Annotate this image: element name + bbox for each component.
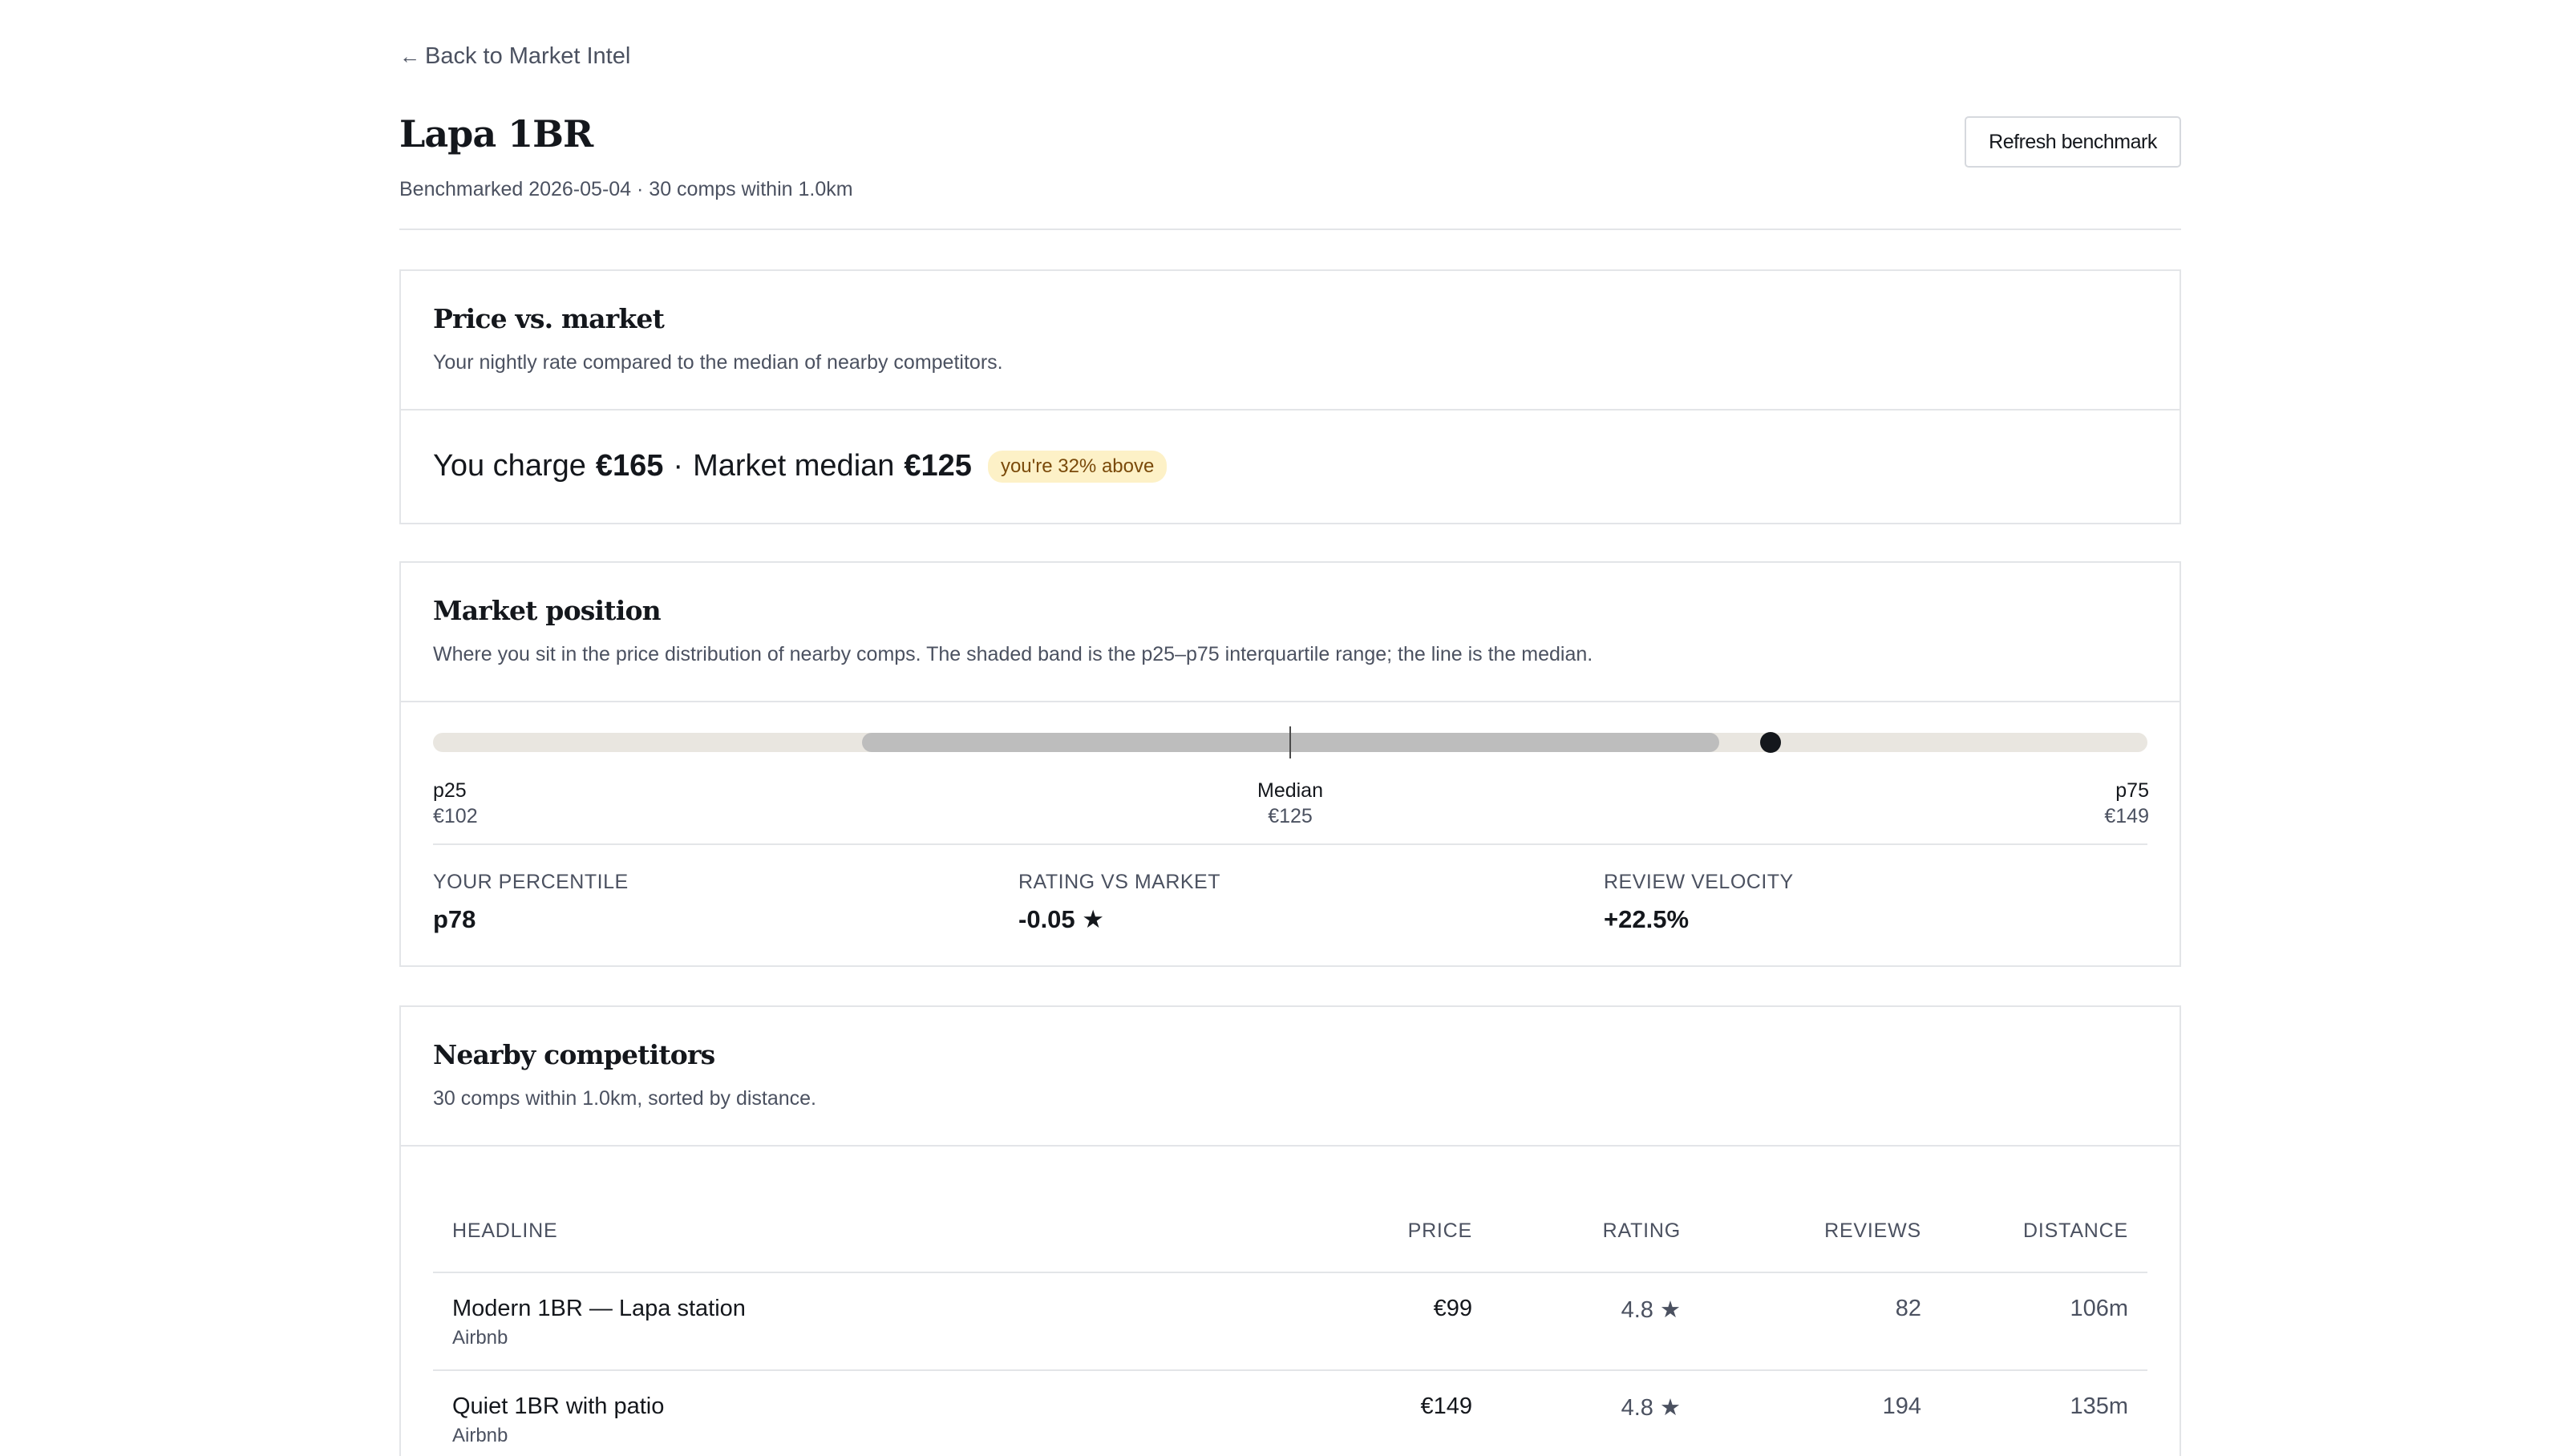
listing-source: Airbnb [452,1425,508,1446]
listing-headline: Modern 1BR — Lapa station [452,1296,746,1321]
card-description: 30 comps within 1.0km, sorted by distanc… [433,1087,817,1110]
refresh-benchmark-button[interactable]: Refresh benchmark [1965,116,2181,168]
listing-reviews: 82 [1895,1296,1921,1321]
stat-value: +22.5% [1604,905,1690,933]
header-divider [399,229,2181,230]
column-header-distance[interactable]: Distance [1941,1190,2147,1273]
listing-rating: 4.8 ★ [1621,1297,1681,1323]
stat-label: Rating vs market [1018,871,1221,893]
column-header-rating[interactable]: Rating [1491,1190,1700,1273]
p75-label: p75 [2115,779,2149,802]
card-header: Nearby competitors 30 comps within 1.0km… [401,1007,2179,1147]
you-charge-value: €165 [595,449,664,483]
card-title: Nearby competitors [433,1039,715,1070]
median-value: €125 [1268,805,1313,827]
stats-divider [433,843,2147,845]
listing-distance: 106m [2070,1296,2128,1321]
arrow-left-icon: ← [399,44,420,68]
market-position-card: Market position Where you sit in the pri… [399,561,2181,967]
stat-label: Your percentile [433,871,629,893]
market-median-label: Market median [693,449,895,483]
listing-price: €149 [1420,1393,1472,1419]
stat-rating-vs-market: Rating vs market -0.05 ★ [1018,871,1220,934]
table-header-row: Headline Price Rating Reviews Distance [433,1190,2147,1273]
reviews-cell: 82 [1700,1272,1941,1371]
price-vs-market-card: Price vs. market Your nightly rate compa… [399,269,2181,524]
table-row[interactable]: Modern 1BR — Lapa station Airbnb €99 4.8… [433,1272,2147,1371]
price-separator: · [673,449,684,483]
distance-cell: 106m [1941,1272,2147,1371]
listing-headline: Quiet 1BR with patio [452,1393,665,1419]
listing-distance: 135m [2070,1393,2128,1419]
card-header: Market position Where you sit in the pri… [401,563,2179,702]
listing-source: Airbnb [452,1327,508,1349]
headline-cell: Modern 1BR — Lapa station Airbnb [433,1272,1283,1371]
nearby-competitors-card: Nearby competitors 30 comps within 1.0km… [399,1005,2181,1456]
median-label: Median [1257,779,1323,802]
listing-rating: 4.8 ★ [1621,1395,1681,1421]
stat-value: p78 [433,905,476,933]
your-price-marker [1759,732,1781,753]
price-cell: €99 [1283,1272,1491,1371]
rating-cell: 4.8 ★ [1491,1272,1700,1371]
back-link[interactable]: ← Back to Market Intel [399,43,630,70]
card-description: Where you sit in the price distribution … [433,643,1593,665]
market-median-value: €125 [904,449,972,483]
card-description: Your nightly rate compared to the median… [433,351,1003,374]
you-charge-label: You charge [433,449,586,483]
stat-label: Review velocity [1604,871,1794,893]
card-title: Price vs. market [433,303,665,334]
card-title: Market position [433,595,662,626]
back-link-label: Back to Market Intel [425,43,631,69]
listing-price: €99 [1433,1296,1472,1321]
p25-label: p25 [433,779,467,802]
p75-value: €149 [2104,805,2149,827]
stat-review-velocity: Review velocity +22.5% [1604,871,1794,934]
stat-value: -0.05 ★ [1018,905,1105,933]
price-summary: You charge €165 · Market median €125 you… [433,449,1168,483]
competitors-table: Headline Price Rating Reviews Distance M… [433,1190,2147,1456]
listing-reviews: 194 [1882,1393,1921,1419]
column-header-reviews[interactable]: Reviews [1700,1190,1941,1273]
p25-value: €102 [433,805,478,827]
column-header-price[interactable]: Price [1283,1190,1491,1273]
page-subtitle: Benchmarked 2026-05-04 · 30 comps within… [399,178,853,200]
median-marker [1289,726,1291,758]
stat-your-percentile: Your percentile p78 [433,871,629,934]
card-header: Price vs. market Your nightly rate compa… [401,271,2179,411]
page-title: Lapa 1BR [399,112,593,156]
column-header-headline[interactable]: Headline [433,1190,1283,1273]
price-difference-badge: you're 32% above [987,450,1168,483]
